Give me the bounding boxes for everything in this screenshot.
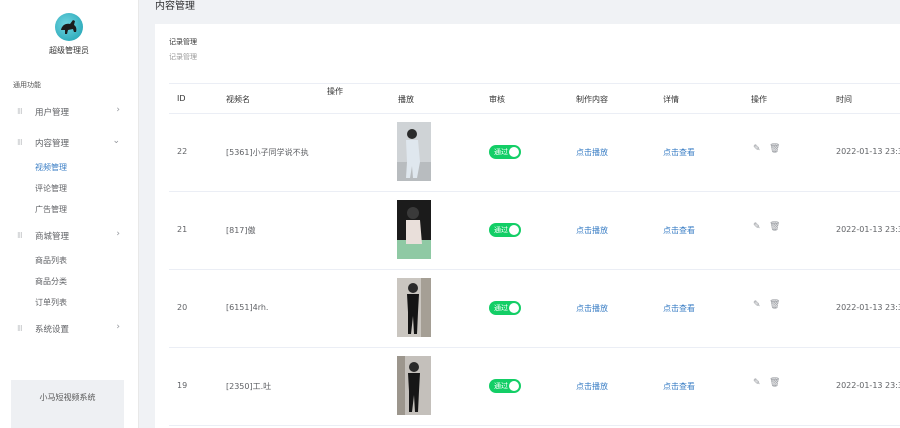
section-title: 通用功能 <box>13 81 41 89</box>
column-header-content: 制作内容 <box>576 95 608 104</box>
logo-area: 超级管理员 <box>0 0 138 64</box>
cell-title: [5361]小子同学说不执 <box>226 148 309 157</box>
column-header-review: 审核 <box>489 95 505 104</box>
table-row: 20 [6151]4rh. 通过 点击播放 点击查看 ✎ 🗑 2022-01-1… <box>169 269 900 348</box>
toggle-label: 通过 <box>494 382 508 390</box>
menu-label: 内容管理 <box>35 139 70 149</box>
content-card: 记录管理 记录管理 操作 ID 视频名 播放 审核 制作内容 详情 操作 时间 … <box>155 24 900 428</box>
grid-icon: ⁝⁝⁝ <box>17 324 23 333</box>
menu-shop-management[interactable]: ⁝⁝⁝ 商城管理 › <box>0 225 138 247</box>
view-link[interactable]: 点击查看 <box>663 303 695 314</box>
view-link[interactable]: 点击查看 <box>663 381 695 392</box>
table-header: 操作 ID 视频名 播放 审核 制作内容 详情 操作 时间 <box>169 83 900 114</box>
sidebar: 超级管理员 通用功能 ⁝⁝⁝ 用户管理 › ⁝⁝⁝ 内容管理 ⌄ 视频管理 评论… <box>0 0 139 428</box>
chevron-right-icon: › <box>116 229 120 239</box>
horse-logo-icon <box>55 13 83 41</box>
menu-content-management[interactable]: ⁝⁝⁝ 内容管理 ⌄ <box>0 132 138 154</box>
play-link[interactable]: 点击播放 <box>576 225 608 236</box>
table-row: 19 [2350]工.吐 通过 点击播放 点击查看 ✎ 🗑 2022-01-13… <box>169 347 900 426</box>
toggle-label: 通过 <box>494 226 508 234</box>
submenu-video-management[interactable]: 视频管理 <box>35 162 67 173</box>
edit-icon[interactable]: ✎ <box>753 222 761 232</box>
chevron-down-icon: ⌄ <box>112 136 120 146</box>
toggle-label: 通过 <box>494 304 508 312</box>
video-thumbnail[interactable] <box>397 278 431 337</box>
grid-icon: ⁝⁝⁝ <box>17 138 23 147</box>
breadcrumb-level1: 记录管理 <box>169 38 197 46</box>
cell-title: [2350]工.吐 <box>226 382 272 391</box>
system-name: 小马短视频系统 <box>39 393 96 402</box>
column-header-play: 播放 <box>398 95 414 104</box>
admin-name: 超级管理员 <box>49 46 89 55</box>
cell-time: 2022-01-13 23:35 <box>836 381 900 390</box>
review-status-toggle[interactable]: 通过 <box>489 223 521 237</box>
review-status-toggle[interactable]: 通过 <box>489 301 521 315</box>
cell-id: 21 <box>177 225 188 234</box>
review-status-toggle[interactable]: 通过 <box>489 379 521 393</box>
menu-label: 用户管理 <box>35 108 70 118</box>
menu-label: 商城管理 <box>35 232 70 242</box>
cell-id: 20 <box>177 303 188 312</box>
trash-icon[interactable]: 🗑 <box>769 300 780 310</box>
submenu-comment-management[interactable]: 评论管理 <box>35 183 67 194</box>
submenu-order-list[interactable]: 订单列表 <box>35 297 67 308</box>
video-thumbnail[interactable] <box>397 200 431 259</box>
play-link[interactable]: 点击播放 <box>576 381 608 392</box>
cell-title: [817]傲 <box>226 226 256 235</box>
toggle-label: 通过 <box>494 148 508 156</box>
submenu-product-category[interactable]: 商品分类 <box>35 276 67 287</box>
edit-icon[interactable]: ✎ <box>753 144 761 154</box>
column-header-time: 时间 <box>836 95 852 104</box>
grid-icon: ⁝⁝⁝ <box>17 231 23 240</box>
cell-id: 22 <box>177 147 188 156</box>
play-link[interactable]: 点击播放 <box>576 303 608 314</box>
cell-id: 19 <box>177 381 188 390</box>
menu-user-management[interactable]: ⁝⁝⁝ 用户管理 › <box>0 101 138 123</box>
trash-icon[interactable]: 🗑 <box>769 144 780 154</box>
play-link[interactable]: 点击播放 <box>576 147 608 158</box>
column-header-detail: 详情 <box>663 95 679 104</box>
system-name-box: 小马短视频系统 <box>11 380 124 428</box>
edit-icon[interactable]: ✎ <box>753 300 761 310</box>
table-row: 21 [817]傲 通过 点击播放 点击查看 ✎ 🗑 2022-01-13 23… <box>169 191 900 270</box>
operation-caption: 操作 <box>327 87 343 96</box>
submenu-ad-management[interactable]: 广告管理 <box>35 204 67 215</box>
chevron-right-icon: › <box>116 105 120 115</box>
page-title: 内容管理 <box>155 1 195 12</box>
video-thumbnail[interactable] <box>397 356 431 415</box>
view-link[interactable]: 点击查看 <box>663 147 695 158</box>
cell-time: 2022-01-13 23:35 <box>836 303 900 312</box>
table-row: 22 [5361]小子同学说不执 通过 点击播放 点击查看 ✎ 🗑 2022-0… <box>169 113 900 192</box>
submenu-product-list[interactable]: 商品列表 <box>35 255 67 266</box>
review-status-toggle[interactable]: 通过 <box>489 145 521 159</box>
trash-icon[interactable]: 🗑 <box>769 222 780 232</box>
cell-time: 2022-01-13 23:35 <box>836 225 900 234</box>
trash-icon[interactable]: 🗑 <box>769 378 780 388</box>
cell-title: [6151]4rh. <box>226 303 269 312</box>
column-header-actions: 操作 <box>751 95 767 104</box>
edit-icon[interactable]: ✎ <box>753 378 761 388</box>
menu-system-settings[interactable]: ⁝⁝⁝ 系统设置 › <box>0 318 138 340</box>
column-header-id: ID <box>177 94 186 103</box>
grid-icon: ⁝⁝⁝ <box>17 107 23 116</box>
column-header-title: 视频名 <box>226 95 250 104</box>
menu-label: 系统设置 <box>35 325 70 335</box>
cell-time: 2022-01-13 23:36 <box>836 147 900 156</box>
view-link[interactable]: 点击查看 <box>663 225 695 236</box>
video-thumbnail[interactable] <box>397 122 431 181</box>
breadcrumb-level2: 记录管理 <box>169 53 197 61</box>
chevron-right-icon: › <box>116 322 120 332</box>
